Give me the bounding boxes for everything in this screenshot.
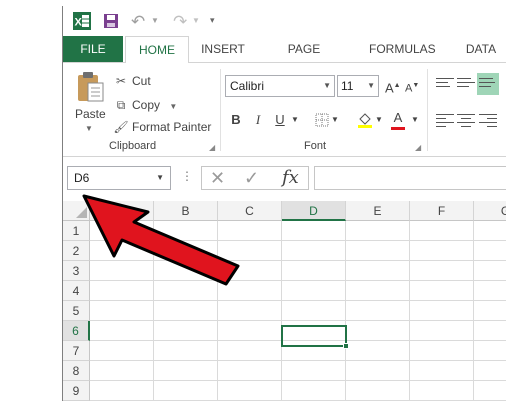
save-icon[interactable]	[103, 13, 119, 29]
top-align-icon[interactable]	[436, 75, 454, 93]
row-header-6[interactable]: 6	[63, 321, 90, 341]
group-divider	[220, 69, 221, 151]
font-name-select[interactable]: Calibri ▼	[225, 75, 335, 97]
ribbon-tabs: FILE HOME INSERT PAGE LAYOUT FORMULAS DA…	[63, 36, 506, 82]
paste-dropdown-icon[interactable]: ▼	[85, 124, 93, 133]
red-arrow-annotation	[82, 194, 240, 286]
tab-data[interactable]: DATA	[459, 36, 503, 62]
name-box[interactable]: D6 ▼	[67, 166, 171, 190]
cut-label: Cut	[132, 74, 151, 88]
font-color-swatch	[391, 127, 405, 130]
font-name-value: Calibri	[230, 79, 265, 93]
group-divider	[427, 69, 428, 151]
middle-align-icon[interactable]	[457, 75, 475, 93]
chevron-down-icon: ▼	[156, 173, 164, 182]
font-launcher-icon[interactable]: ◢	[415, 143, 421, 152]
tab-home[interactable]: HOME	[125, 36, 189, 63]
font-color-icon[interactable]: A	[391, 108, 405, 128]
name-box-value: D6	[74, 171, 90, 185]
format-painter-button[interactable]: 🖌 Format Painter	[113, 118, 211, 136]
tab-formulas[interactable]: FORMULAS	[369, 36, 436, 62]
copy-label: Copy	[132, 98, 161, 112]
tab-file[interactable]: FILE	[63, 36, 123, 62]
chevron-down-icon: ▼	[323, 81, 331, 90]
row-header-8[interactable]: 8	[63, 361, 90, 381]
tab-insert[interactable]: INSERT	[197, 36, 249, 62]
increase-font-icon[interactable]: A▲	[385, 76, 401, 96]
paste-button[interactable]: Paste	[75, 107, 106, 121]
clipboard-group-label: Clipboard	[109, 140, 157, 152]
chevron-down-icon: ▼	[367, 81, 375, 90]
active-cell-d6[interactable]	[281, 325, 349, 349]
column-header-e[interactable]: E	[346, 201, 410, 221]
font-size-value: 11	[341, 79, 354, 93]
format-painter-icon: 🖌	[113, 120, 129, 134]
svg-text:X: X	[75, 17, 83, 29]
clipboard-launcher-icon[interactable]: ◢	[209, 143, 215, 152]
cancel-icon[interactable]: ✕	[210, 168, 225, 189]
formula-buttons: ✕ ✓ fx	[201, 166, 309, 190]
align-right-icon[interactable]	[479, 111, 497, 129]
copy-dropdown-icon[interactable]: ▼	[169, 102, 177, 111]
redo-dropdown-icon[interactable]: ▼	[192, 16, 200, 25]
fill-handle[interactable]	[343, 343, 349, 349]
column-header-g[interactable]: G	[474, 201, 506, 221]
underline-dropdown-icon[interactable]: ▼	[291, 110, 299, 130]
formula-input[interactable]	[314, 166, 506, 190]
font-group-label: Font	[304, 140, 327, 152]
enter-icon[interactable]: ✓	[244, 168, 259, 189]
align-left-icon[interactable]	[436, 111, 454, 129]
italic-button[interactable]: I	[251, 110, 265, 130]
row-header-5[interactable]: 5	[63, 301, 90, 321]
row-header-7[interactable]: 7	[63, 341, 90, 361]
scissors-icon: ✂	[115, 74, 127, 88]
decrease-font-icon[interactable]: A▼	[405, 76, 419, 96]
customize-qat-icon[interactable]: ▾	[210, 15, 215, 26]
window-margin	[0, 0, 64, 401]
font-color-dropdown-icon[interactable]: ▼	[411, 110, 419, 130]
fill-color-dropdown-icon[interactable]: ▼	[375, 110, 383, 130]
paste-icon[interactable]	[75, 71, 105, 103]
copy-icon: ⧉	[116, 98, 126, 112]
underline-button[interactable]: U	[273, 110, 287, 130]
align-center-icon[interactable]	[457, 111, 475, 129]
borders-icon[interactable]	[315, 113, 329, 127]
fill-color-icon[interactable]	[357, 111, 373, 129]
cut-button[interactable]: ✂ Cut	[113, 72, 151, 90]
bottom-align-icon[interactable]	[477, 73, 499, 95]
undo-dropdown-icon[interactable]: ▼	[151, 16, 159, 25]
font-size-select[interactable]: 11 ▼	[337, 75, 379, 97]
bold-button[interactable]: B	[229, 110, 243, 130]
row-header-9[interactable]: 9	[63, 381, 90, 401]
column-header-f[interactable]: F	[410, 201, 474, 221]
ribbon-home: Paste ▼ ✂ Cut ⧉ Copy ▼ 🖌 Format Painter Cli…	[63, 62, 506, 157]
quick-access-toolbar: X ↶ ▼ ↷ ▼ ▾	[63, 6, 506, 36]
drag-handle-icon[interactable]: ⋮	[181, 169, 193, 183]
copy-button[interactable]: ⧉ Copy ▼	[113, 96, 178, 114]
borders-dropdown-icon[interactable]: ▼	[331, 110, 339, 130]
undo-icon[interactable]: ↶	[131, 12, 145, 32]
excel-logo-icon: X	[73, 12, 91, 30]
format-painter-label: Format Painter	[132, 120, 212, 134]
tab-page-layout[interactable]: PAGE LAYOUT	[263, 36, 345, 82]
column-header-d[interactable]: D	[282, 201, 346, 221]
redo-icon[interactable]: ↷	[173, 12, 187, 32]
insert-function-button[interactable]: fx	[282, 167, 299, 188]
